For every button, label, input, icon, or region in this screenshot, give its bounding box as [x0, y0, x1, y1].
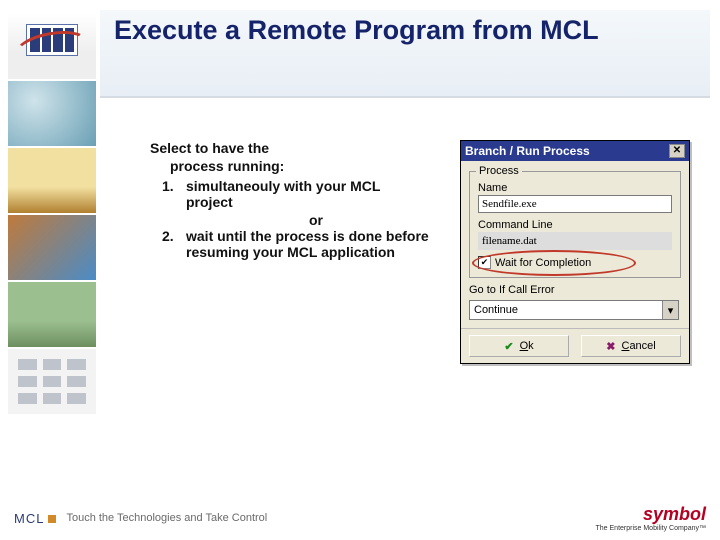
goto-label: Go to If Call Error	[469, 284, 681, 296]
dialog-titlebar[interactable]: Branch / Run Process ✕	[461, 141, 689, 161]
list-text-2: wait until the process is done before re…	[186, 228, 430, 260]
button-row: ✔ Ok ✖ Cancel	[461, 328, 689, 363]
process-groupbox: Process Name Sendfile.exe Command Line f…	[469, 171, 681, 278]
close-icon[interactable]: ✕	[669, 144, 685, 158]
command-line-input[interactable]: filename.dat	[478, 232, 672, 250]
title-bar: Execute a Remote Program from MCL	[100, 10, 710, 98]
logo-swirl-icon	[12, 26, 93, 73]
list-num-2: 2.	[162, 228, 186, 260]
thumb-grid-icon	[8, 349, 96, 415]
ok-label: Ok	[520, 340, 534, 352]
groupbox-legend: Process	[476, 165, 522, 177]
footer-tagline: Touch the Technologies and Take Control	[66, 512, 267, 524]
dialog-branch-run-process: Branch / Run Process ✕ Process Name Send…	[460, 140, 690, 364]
dialog-title: Branch / Run Process	[465, 144, 590, 158]
mcl-logo: MCL	[14, 511, 60, 526]
list-text-1: simultaneouly with your MCL project	[186, 178, 430, 210]
wait-label: Wait for Completion	[495, 257, 591, 269]
slide-content: Select to have the process running: 1. s…	[150, 140, 430, 262]
lead-line-1: Select to have the	[150, 140, 430, 156]
goto-select[interactable]: Continue ▾	[469, 300, 679, 320]
list-item-2: 2. wait until the process is done before…	[162, 228, 430, 260]
checkbox-icon[interactable]: ✔	[478, 256, 491, 269]
chevron-down-icon[interactable]: ▾	[662, 301, 678, 319]
check-icon: ✔	[504, 340, 513, 353]
x-icon: ✖	[606, 340, 615, 353]
list-or: or	[162, 212, 430, 228]
name-label: Name	[478, 182, 672, 194]
sidebar-thumbnails	[8, 14, 96, 415]
thumb-image-3	[8, 148, 96, 214]
thumb-image-4	[8, 215, 96, 281]
list-item-1: 1. simultaneouly with your MCL project	[162, 178, 430, 210]
symbol-logo: symbol The Enterprise Mobility Company™	[596, 504, 707, 532]
square-icon	[48, 515, 56, 523]
wait-checkbox-row[interactable]: ✔ Wait for Completion	[478, 256, 672, 269]
command-line-label: Command Line	[478, 219, 672, 231]
cancel-button[interactable]: ✖ Cancel	[581, 335, 681, 357]
ok-button[interactable]: ✔ Ok	[469, 335, 569, 357]
thumb-image-5	[8, 282, 96, 348]
thumb-mcl-logo	[8, 14, 96, 80]
footer: MCL Touch the Technologies and Take Cont…	[0, 496, 720, 540]
select-value: Continue	[474, 304, 518, 316]
name-input[interactable]: Sendfile.exe	[478, 195, 672, 213]
slide-title: Execute a Remote Program from MCL	[114, 16, 696, 46]
thumb-image-2	[8, 81, 96, 147]
list-num-1: 1.	[162, 178, 186, 210]
cancel-label: Cancel	[621, 340, 655, 352]
lead-line-2: process running:	[150, 158, 430, 174]
